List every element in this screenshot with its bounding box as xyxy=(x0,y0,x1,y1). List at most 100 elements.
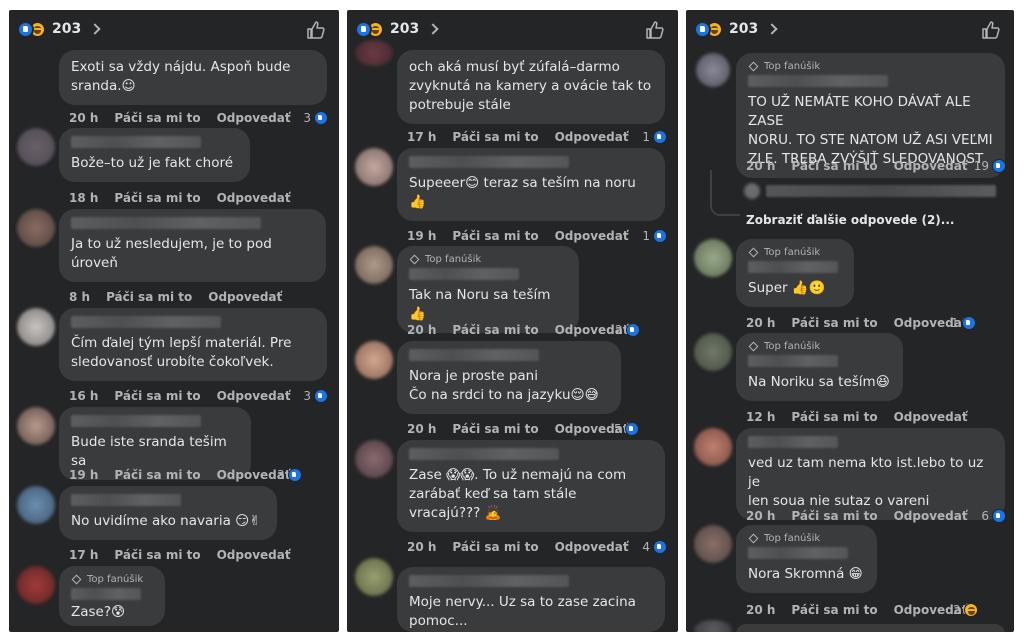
like-button[interactable]: Páči sa mi to xyxy=(452,130,538,144)
author-name[interactable] xyxy=(409,575,569,587)
author-name[interactable] xyxy=(409,448,559,460)
avatar[interactable] xyxy=(694,525,732,563)
thumbs-up-outline-icon[interactable] xyxy=(645,20,665,40)
like-button[interactable]: Páči sa mi to xyxy=(114,191,200,205)
comment-time[interactable]: 20 h xyxy=(69,111,98,125)
author-name[interactable] xyxy=(71,316,221,328)
like-button[interactable]: Páči sa mi to xyxy=(791,316,877,330)
avatar[interactable] xyxy=(355,246,393,284)
comment-time[interactable]: 20 h xyxy=(746,159,775,173)
top-fan-badge: Top fanúšik xyxy=(71,574,153,585)
comment-like-count: 1 xyxy=(642,130,667,144)
avatar[interactable] xyxy=(17,486,55,524)
like-button[interactable]: Páči sa mi to xyxy=(791,509,877,523)
like-button[interactable]: Páči sa mi to xyxy=(106,290,192,304)
reply-button[interactable]: Odpovedať xyxy=(217,111,291,125)
avatar[interactable] xyxy=(694,620,732,632)
comment-time[interactable]: 20 h xyxy=(407,540,436,554)
author-name[interactable] xyxy=(71,217,261,229)
comments-panel-2: 203 och aká musí byť zúfalá–darmo zvyknu… xyxy=(347,10,678,632)
comment-time[interactable]: 8 h xyxy=(69,290,90,304)
author-name[interactable] xyxy=(409,156,569,168)
reaction-summary[interactable]: 203 xyxy=(694,18,778,40)
comment-bubble xyxy=(736,624,1005,632)
avatar[interactable] xyxy=(694,428,732,466)
reply-button[interactable]: Odpovedať xyxy=(217,548,291,562)
author-name[interactable] xyxy=(748,355,838,367)
like-button[interactable]: Páči sa mi to xyxy=(452,540,538,554)
like-reaction-icon xyxy=(653,540,667,554)
author-name[interactable] xyxy=(71,494,181,506)
comment-time[interactable]: 20 h xyxy=(746,603,775,617)
like-button[interactable]: Páči sa mi to xyxy=(791,159,877,173)
author-name[interactable] xyxy=(748,436,838,448)
avatar[interactable] xyxy=(17,209,55,247)
thumbs-up-outline-icon[interactable] xyxy=(981,20,1001,40)
chevron-right-icon[interactable] xyxy=(89,23,101,35)
reply-button[interactable]: Odpovedať xyxy=(217,389,291,403)
diamond-icon xyxy=(748,61,759,72)
avatar[interactable] xyxy=(694,239,732,277)
avatar[interactable] xyxy=(355,440,393,478)
comment-time[interactable]: 19 h xyxy=(69,468,98,482)
comment-bubble: Nora je proste pani Čo na srdci to na ja… xyxy=(397,341,621,414)
like-button[interactable]: Páči sa mi to xyxy=(452,422,538,436)
like-button[interactable]: Páči sa mi to xyxy=(452,323,538,337)
avatar[interactable] xyxy=(355,148,393,186)
avatar[interactable] xyxy=(17,128,55,166)
avatar[interactable] xyxy=(744,183,760,199)
avatar[interactable] xyxy=(17,407,55,445)
reply-button[interactable]: Odpovedať xyxy=(555,540,629,554)
reaction-summary[interactable]: 203 xyxy=(17,18,101,40)
reply-button[interactable]: Odpovedať xyxy=(894,159,968,173)
reply-button[interactable]: Odpovedať xyxy=(217,191,291,205)
author-name[interactable] xyxy=(409,349,539,361)
avatar[interactable] xyxy=(17,308,55,346)
like-button[interactable]: Páči sa mi to xyxy=(114,548,200,562)
reaction-summary[interactable]: 203 xyxy=(355,18,439,40)
like-button[interactable]: Páči sa mi to xyxy=(114,468,200,482)
comment-time[interactable]: 20 h xyxy=(746,509,775,523)
author-name[interactable] xyxy=(71,588,141,600)
author-name[interactable] xyxy=(71,415,201,427)
like-button[interactable]: Páči sa mi to xyxy=(791,603,877,617)
reply-button[interactable]: Odpovedať xyxy=(555,130,629,144)
comment-time[interactable]: 12 h xyxy=(746,410,775,424)
comment-time[interactable]: 20 h xyxy=(746,316,775,330)
like-button[interactable]: Páči sa mi to xyxy=(791,410,877,424)
comment-time[interactable]: 17 h xyxy=(407,130,436,144)
reaction-count: 203 xyxy=(52,21,82,37)
comment-time[interactable]: 18 h xyxy=(69,191,98,205)
comment-text: Super 👍🙂 xyxy=(748,280,826,296)
avatar[interactable] xyxy=(696,53,730,87)
like-button[interactable]: Páči sa mi to xyxy=(114,389,200,403)
avatar[interactable] xyxy=(17,566,55,604)
like-button[interactable]: Páči sa mi to xyxy=(114,111,200,125)
reply-button[interactable]: Odpovedať xyxy=(208,290,282,304)
like-reaction-icon xyxy=(287,468,302,482)
reply-button[interactable]: Odpovedať xyxy=(555,229,629,243)
reply-preview[interactable] xyxy=(766,185,996,197)
thumbs-up-outline-icon[interactable] xyxy=(306,20,326,40)
avatar[interactable] xyxy=(355,341,393,379)
comment-time[interactable]: 20 h xyxy=(407,422,436,436)
comment-time[interactable]: 16 h xyxy=(69,389,98,403)
avatar[interactable] xyxy=(355,558,393,596)
comment-time[interactable]: 19 h xyxy=(407,229,436,243)
chevron-right-icon[interactable] xyxy=(766,23,778,35)
author-name[interactable] xyxy=(409,268,519,280)
comment-time[interactable]: 20 h xyxy=(407,323,436,337)
like-button[interactable]: Páči sa mi to xyxy=(452,229,538,243)
reply-button[interactable]: Odpovedať xyxy=(894,410,968,424)
chevron-right-icon[interactable] xyxy=(427,23,439,35)
avatar[interactable] xyxy=(694,333,732,371)
author-name[interactable] xyxy=(748,261,838,273)
comment-time[interactable]: 17 h xyxy=(69,548,98,562)
reply-button[interactable]: Odpovedať xyxy=(894,509,968,523)
view-more-replies-link[interactable]: Zobraziť ďalšie odpovede (2)... xyxy=(746,213,954,227)
author-name[interactable] xyxy=(748,547,848,559)
author-name[interactable] xyxy=(71,136,201,148)
author-name[interactable] xyxy=(748,75,888,87)
avatar[interactable] xyxy=(355,40,393,66)
comment-like-count: 1 xyxy=(951,316,976,330)
